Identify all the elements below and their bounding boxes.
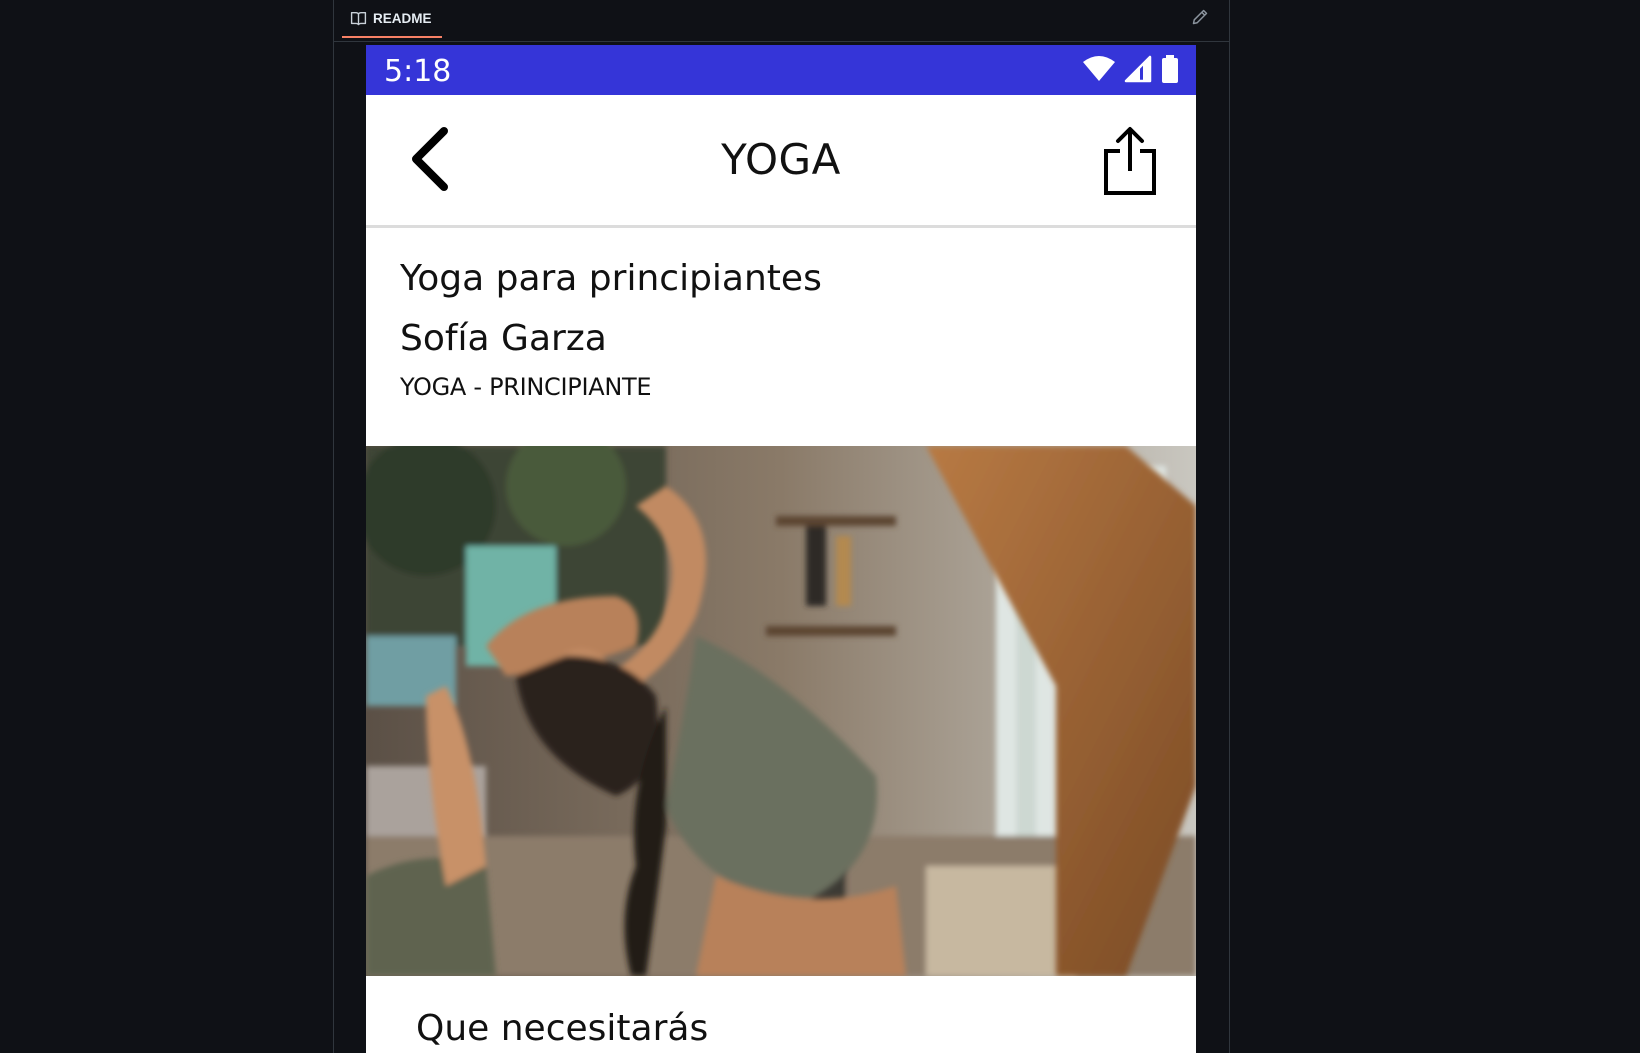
battery-icon <box>1162 55 1178 83</box>
readme-header: README <box>334 0 1229 42</box>
screen-title: YOGA <box>721 135 841 184</box>
status-icons <box>1082 55 1180 83</box>
yoga-photo-illustration <box>366 446 1196 976</box>
pencil-icon[interactable] <box>1191 8 1209 26</box>
wifi-icon <box>1083 56 1115 81</box>
course-title: Yoga para principiantes <box>400 258 822 299</box>
status-bar: 5:18 <box>366 45 1196 95</box>
phone-screenshot: 5:18 YOGA Yoga para principiantes Sofía … <box>366 45 1196 1053</box>
course-info: Yoga para principiantes Sofía Garza YOGA… <box>400 257 1160 401</box>
book-icon <box>350 11 367 25</box>
status-time: 5:18 <box>384 54 452 89</box>
readme-tab-label: README <box>373 10 432 26</box>
cellular-signal-icon <box>1124 55 1152 83</box>
share-icon[interactable] <box>1102 125 1158 197</box>
readme-tab[interactable]: README <box>342 0 442 38</box>
section-title-needs: Que necesitarás <box>416 1008 709 1049</box>
app-bar: YOGA <box>366 95 1196 228</box>
hero-photo <box>366 446 1196 976</box>
page: README 5:18 YOGA Yoga para principiantes… <box>0 0 1640 1053</box>
instructor-name: Sofía Garza <box>400 318 607 359</box>
course-category: YOGA - PRINCIPIANTE <box>400 373 652 401</box>
